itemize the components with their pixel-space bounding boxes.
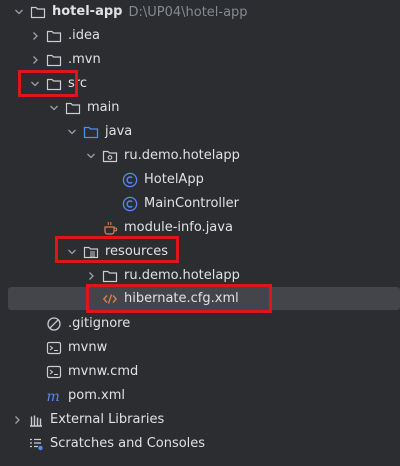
terminal-file-icon bbox=[46, 340, 62, 356]
tree-item-external-libraries[interactable]: External Libraries bbox=[0, 408, 400, 432]
tree-item-label: .mvn bbox=[68, 52, 101, 67]
tree-item-maincontroller[interactable]: MainController bbox=[0, 192, 400, 216]
tree-item-mvnw[interactable]: mvnw bbox=[0, 336, 400, 360]
chevron-right-icon[interactable] bbox=[84, 269, 98, 283]
chevron-down-icon[interactable] bbox=[65, 125, 79, 139]
tree-item-hotelapp[interactable]: HotelApp bbox=[0, 168, 400, 192]
svg-text:m: m bbox=[47, 389, 60, 404]
tree-item-label: Scratches and Consoles bbox=[50, 436, 206, 451]
folder-icon bbox=[46, 76, 62, 92]
libraries-icon bbox=[28, 412, 44, 428]
tree-item-label: hibernate.cfg.xml bbox=[124, 290, 239, 306]
tree-item-gitignore[interactable]: .gitignore bbox=[0, 312, 400, 336]
tree-item-label: module-info.java bbox=[124, 220, 233, 235]
tree-item-label: java bbox=[105, 124, 133, 139]
tree-item-label: ru.demo.hotelapp bbox=[124, 148, 240, 163]
tree-item-label: hotel-app bbox=[52, 4, 123, 19]
class-icon bbox=[122, 196, 138, 212]
tree-item-label: HotelApp bbox=[144, 172, 204, 187]
xml-file-icon bbox=[102, 291, 118, 307]
tree-item-pom[interactable]: m pom.xml bbox=[0, 384, 400, 408]
folder-icon bbox=[46, 52, 62, 68]
folder-icon bbox=[46, 28, 62, 44]
tree-item-main[interactable]: main bbox=[0, 96, 400, 120]
project-path: D:\UP04\hotel-app bbox=[128, 4, 248, 20]
tree-item-hibernate-cfg[interactable]: hibernate.cfg.xml bbox=[8, 287, 400, 310]
tree-item-label: src bbox=[68, 76, 87, 91]
tree-item-label: mvnw bbox=[68, 340, 108, 355]
tree-item-label: ru.demo.hotelapp bbox=[124, 268, 240, 283]
chevron-down-icon[interactable] bbox=[65, 245, 79, 259]
class-icon bbox=[122, 172, 138, 188]
tree-item-idea[interactable]: .idea bbox=[0, 24, 400, 48]
chevron-down-icon[interactable] bbox=[12, 5, 26, 19]
tree-item-hotel-app[interactable]: hotel-app D:\UP04\hotel-app bbox=[0, 0, 400, 24]
project-tree: hotel-app D:\UP04\hotel-app .idea .mvn s… bbox=[0, 0, 400, 466]
chevron-right-icon[interactable] bbox=[28, 29, 42, 43]
folder-icon bbox=[30, 4, 46, 20]
tree-item-label: .gitignore bbox=[68, 316, 131, 331]
scratches-icon bbox=[28, 436, 44, 452]
tree-item-label: .idea bbox=[68, 28, 100, 43]
tree-item-mvnw-cmd[interactable]: mvnw.cmd bbox=[0, 360, 400, 384]
source-folder-icon bbox=[83, 124, 99, 140]
chevron-right-icon[interactable] bbox=[28, 53, 42, 67]
tree-item-package-java[interactable]: ru.demo.hotelapp bbox=[0, 144, 400, 168]
tree-item-src[interactable]: src bbox=[0, 72, 400, 96]
tree-item-scratches[interactable]: Scratches and Consoles bbox=[0, 432, 400, 456]
chevron-right-icon[interactable] bbox=[10, 413, 24, 427]
folder-icon bbox=[65, 100, 81, 116]
tree-item-label: pom.xml bbox=[68, 388, 125, 403]
gitignore-icon bbox=[46, 316, 62, 332]
terminal-file-icon bbox=[46, 364, 62, 380]
java-module-icon bbox=[102, 220, 118, 236]
tree-item-package-resources[interactable]: ru.demo.hotelapp bbox=[0, 264, 400, 288]
chevron-down-icon[interactable] bbox=[47, 101, 61, 115]
tree-item-module-info[interactable]: module-info.java bbox=[0, 216, 400, 240]
package-icon bbox=[102, 148, 118, 164]
resources-folder-icon bbox=[83, 244, 99, 260]
chevron-down-icon[interactable] bbox=[28, 77, 42, 91]
tree-item-label: mvnw.cmd bbox=[68, 364, 139, 379]
tree-item-resources[interactable]: resources bbox=[0, 240, 400, 264]
tree-item-label: MainController bbox=[144, 196, 239, 211]
tree-item-mvn[interactable]: .mvn bbox=[0, 48, 400, 72]
tree-item-java[interactable]: java bbox=[0, 120, 400, 144]
tree-item-label: External Libraries bbox=[50, 412, 165, 427]
chevron-down-icon[interactable] bbox=[84, 149, 98, 163]
tree-item-label: resources bbox=[105, 244, 169, 259]
folder-icon bbox=[102, 268, 118, 284]
tree-item-label: main bbox=[87, 100, 120, 115]
maven-icon: m bbox=[46, 388, 62, 404]
